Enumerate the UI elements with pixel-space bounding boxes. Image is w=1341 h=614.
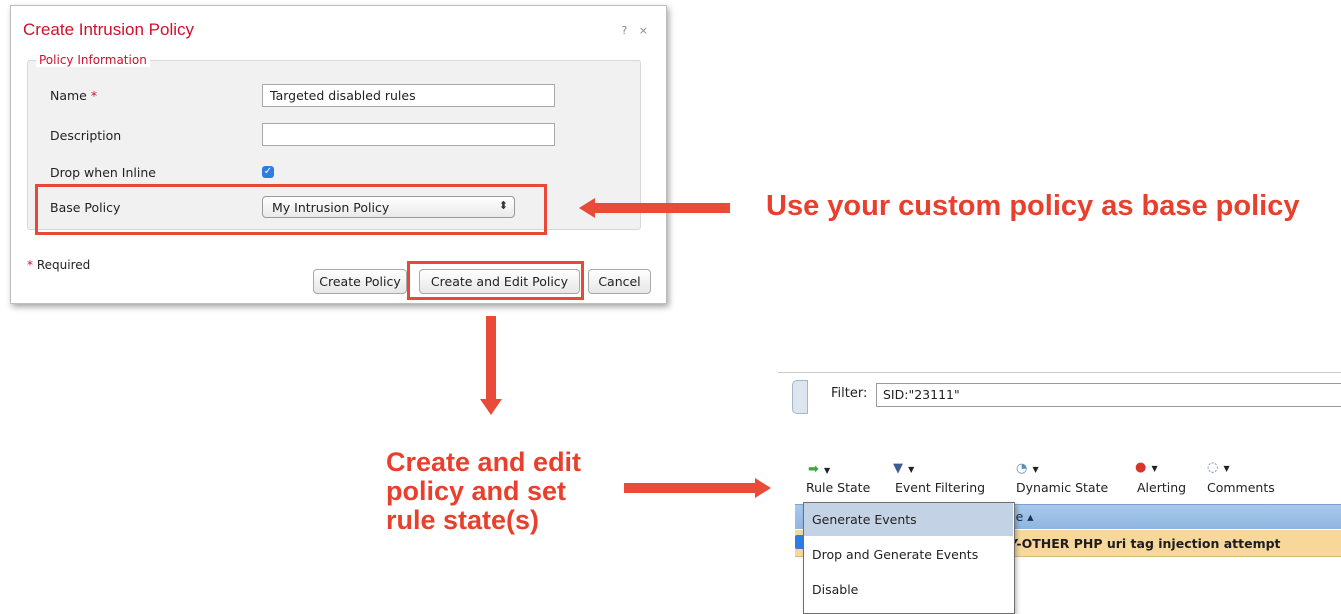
required-note-star: *: [27, 258, 33, 272]
rule-message-text: CY-OTHER PHP uri tag injection attempt: [1000, 536, 1281, 551]
dropdown-caret-icon: ▼: [908, 465, 915, 474]
description-input[interactable]: [262, 123, 555, 146]
annotation-line-3: rule state(s): [386, 505, 540, 535]
dialog-help-close-controls[interactable]: ? ×: [621, 24, 652, 37]
dynamic-state-menu[interactable]: Dynamic State: [1016, 480, 1108, 495]
description-label: Description: [50, 128, 122, 143]
rule-state-dropdown-menu: Generate Events Drop and Generate Events…: [803, 502, 1015, 614]
rule-state-tool-icon[interactable]: ➡ ▼: [808, 458, 830, 477]
name-input[interactable]: [262, 84, 555, 107]
alerting-menu[interactable]: Alerting: [1137, 480, 1186, 495]
required-note-text: Required: [36, 258, 91, 272]
dialog-title: Create Intrusion Policy: [23, 20, 195, 39]
event-filtering-menu[interactable]: Event Filtering: [895, 480, 985, 495]
event-filtering-tool-icon[interactable]: ▼ ▼: [893, 457, 914, 476]
collapse-tab-icon[interactable]: [792, 380, 808, 414]
down-arrow-shaft: [486, 316, 496, 400]
left-arrow-head: [579, 198, 595, 218]
rule-state-menu[interactable]: Rule State: [806, 480, 870, 495]
dynamic-state-tool-icon[interactable]: ◔ ▼: [1016, 457, 1039, 476]
left-arrow-shaft: [594, 203, 730, 213]
dropdown-caret-icon: ▼: [1151, 464, 1158, 473]
dropdown-caret-icon: ▼: [1032, 465, 1039, 474]
down-arrow-head: [480, 399, 502, 415]
cancel-button[interactable]: Cancel: [588, 269, 651, 294]
clock-icon: ◔: [1016, 461, 1028, 476]
comments-menu[interactable]: Comments: [1207, 480, 1275, 495]
create-edit-highlight-box: [407, 261, 584, 300]
menu-item-generate-events[interactable]: Generate Events: [804, 503, 1013, 536]
arrow-right-icon: ➡: [808, 462, 819, 477]
required-note: * Required: [27, 258, 90, 272]
menu-item-drop-and-generate-events[interactable]: Drop and Generate Events: [804, 538, 1013, 571]
right-arrow-head: [755, 478, 771, 498]
right-arrow-shaft: [624, 483, 756, 493]
annotation-line-2: policy and set: [386, 476, 567, 506]
required-star: *: [90, 88, 98, 103]
comments-tool-icon[interactable]: ◌ ▼: [1207, 456, 1230, 475]
alert-icon: ●: [1135, 460, 1147, 475]
drop-when-inline-label: Drop when Inline: [50, 165, 156, 180]
annotation-line-1: Create and edit: [386, 447, 582, 477]
edit-policy-annotation: Create and edit policy and set rule stat…: [386, 448, 646, 535]
name-label-text: Name: [50, 88, 87, 103]
filter-label: Filter:: [831, 386, 868, 401]
alerting-tool-icon[interactable]: ● ▼: [1135, 456, 1158, 475]
funnel-icon: ▼: [893, 461, 903, 476]
dropdown-caret-icon: ▼: [824, 466, 831, 475]
menu-item-disable[interactable]: Disable: [804, 573, 1013, 606]
create-policy-button[interactable]: Create Policy: [313, 269, 407, 294]
name-label: Name *: [50, 88, 97, 103]
speech-bubble-icon: ◌: [1207, 460, 1219, 475]
filter-input[interactable]: SID:"23111": [876, 383, 1341, 407]
base-policy-annotation: Use your custom policy as base policy: [766, 190, 1300, 222]
dropdown-caret-icon: ▼: [1223, 464, 1230, 473]
base-policy-highlight-box: [35, 184, 547, 235]
policy-information-legend: Policy Information: [36, 53, 150, 67]
drop-when-inline-checkbox[interactable]: ✓: [262, 166, 274, 178]
